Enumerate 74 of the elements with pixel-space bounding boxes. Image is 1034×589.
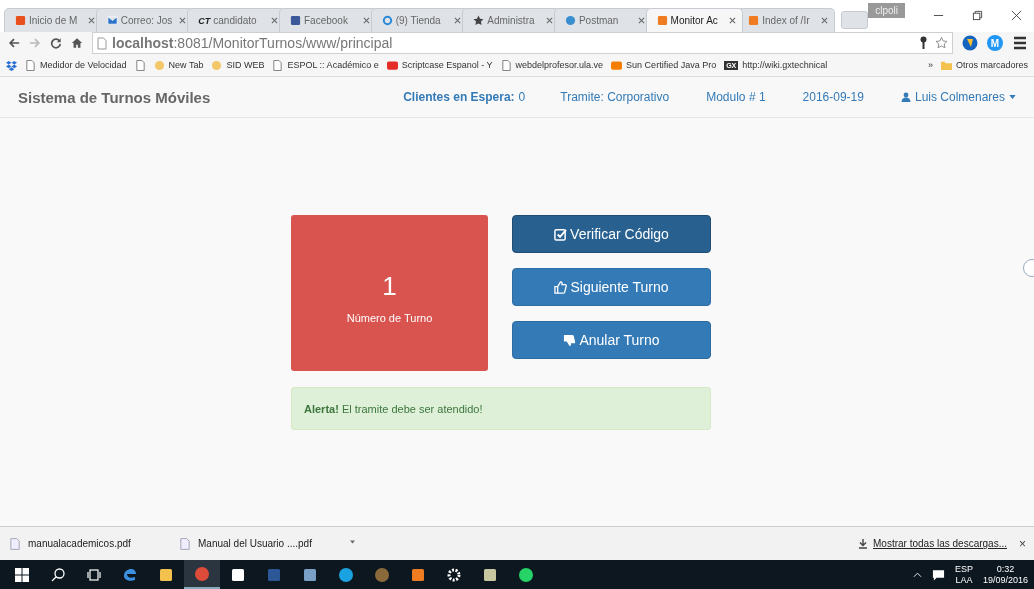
bookmark-link[interactable]: Scriptcase Espanol - Y [401,60,493,70]
page-icon[interactable] [500,59,512,71]
alert-message: Alerta! El tramite debe ser atendido! [291,387,711,430]
bookmark-folder[interactable]: Otros marcadores [955,60,1028,70]
close-icon[interactable] [545,17,553,24]
close-icon[interactable] [87,17,95,24]
page-icon [97,36,107,50]
checkbox-icon [554,227,568,241]
tab-title: Facebook [303,15,349,26]
close-icon[interactable] [820,17,828,24]
bookmark-link[interactable]: webdelprofesor.ula.ve [515,60,604,70]
user-icon [900,92,911,102]
reload-icon[interactable] [50,37,62,49]
page-icon[interactable] [25,59,36,71]
language-indicator[interactable]: ESP LAA [954,563,973,586]
star-icon[interactable] [935,36,948,50]
chevron-up-icon[interactable] [912,571,922,578]
tab-title: Index of /Ir [762,15,811,26]
bookmark-link[interactable]: Medidor de Velocidad [40,60,127,70]
action-button[interactable]: Anular Turno [512,321,711,359]
bookmark-link[interactable]: Sun Certified Java Pro [626,60,717,70]
tab-title: Postman [578,15,620,26]
navbar-item: Tramite: Corporativo [560,90,670,104]
tab-title: (9) Tienda [395,15,442,26]
close-icon[interactable] [729,17,737,24]
thumbs-down-icon [563,333,577,347]
tab-title: candidato [213,15,258,26]
user-menu[interactable]: Luis Colmenares [900,90,1016,104]
bookmark-link[interactable]: SID WEB [226,60,265,70]
tab-title: Inicio de M [29,15,79,26]
close-icon[interactable] [637,17,645,24]
square-icon[interactable] [611,59,623,71]
message-icon[interactable] [931,568,945,581]
show-all-downloads-link[interactable]: Mostrar todas las descargas... [873,538,1007,549]
close-button[interactable]: × [1019,536,1026,551]
caret-icon[interactable] [350,539,355,544]
bookmark-link[interactable]: http://wiki.gxtechnical [742,60,828,70]
address-field[interactable]: localhost:8081/MonitorTurnos/www/principal [92,32,953,54]
close-icon[interactable] [1011,10,1022,21]
close-icon[interactable] [362,17,370,24]
turn-number: 1 [382,270,397,302]
clock[interactable]: 0:32 19/09/2016 [982,563,1028,586]
bookmark-link[interactable]: ESPOL :: Académico e [287,60,379,70]
caret-icon [1009,95,1016,99]
close-icon[interactable] [454,17,462,24]
home-icon[interactable] [71,37,83,49]
browser-tab[interactable]: Monitor Ac [645,8,744,32]
app-title: Sistema de Turnos Móviles [18,88,211,106]
back-arrow-icon[interactable] [8,37,20,49]
download-item[interactable]: manualacademicos.pdf [28,538,172,549]
navbar-item: 2016-09-19 [802,90,864,104]
action-button[interactable]: Siguiente Turno [512,268,711,306]
tab-title: Monitor Ac [670,15,719,26]
play-icon[interactable] [386,59,398,71]
download-item[interactable]: Manual del Usuario ....pdf [198,538,342,549]
menu-icon[interactable] [1012,35,1028,51]
extension-icon[interactable] [962,35,978,51]
page-icon[interactable] [134,59,146,71]
navbar-item: Modulo # 1 [706,90,766,104]
page-icon[interactable] [272,59,284,71]
action-button[interactable]: Verificar Código [512,215,711,253]
tab-title: Administra [487,15,536,26]
restore-icon[interactable] [972,10,983,21]
tab-title: Correo: Jos [120,15,174,26]
favicon-text: CT [198,15,211,26]
bookmark-link[interactable]: New Tab [168,60,204,70]
navbar-item: Clientes en Espera: 0 [403,90,526,104]
download-icon[interactable] [858,538,869,549]
box-icon[interactable] [6,59,17,71]
turn-label: Número de Turno [346,311,433,324]
close-icon[interactable] [270,17,278,24]
more-bookmarks-button[interactable]: » [927,60,933,70]
close-icon[interactable] [179,17,187,24]
thumbs-up-icon [554,280,568,294]
